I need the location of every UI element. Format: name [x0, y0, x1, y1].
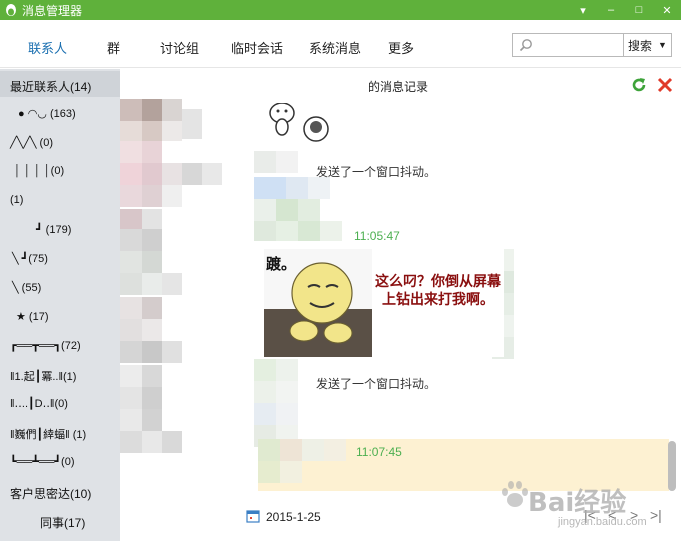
search-icon	[519, 39, 532, 52]
search-button[interactable]: 搜索 ▼	[623, 34, 671, 56]
tab-system-messages[interactable]: 系统消息	[309, 38, 361, 57]
close-button[interactable]: ✕	[653, 0, 681, 20]
maximize-button[interactable]: □	[625, 0, 653, 20]
message-time: 11:05:47	[354, 229, 400, 243]
contact-list: 最近联系人(14) ● ◠◡ (163) ╱╲╱╲ (0) │ │ │ │(0)…	[0, 69, 120, 541]
qq-penguin-icon	[6, 4, 16, 16]
window-title: 消息管理器	[22, 3, 83, 18]
contact-item[interactable]: (1)	[0, 187, 120, 213]
message-time: 11:07:45	[356, 445, 402, 459]
message-text: 发送了一个窗口抖动。	[316, 377, 437, 391]
sticker-image	[269, 103, 329, 142]
contact-group-recent[interactable]: 最近联系人(14)	[0, 71, 120, 97]
meme-image: 踱。 这么叼？你倒从屏幕上钻出来打我啊。	[264, 249, 504, 357]
message-history-panel: 的消息记录 发送了一个窗口抖动。 11:05:47 踱。 这么叼？你倒从屏幕上钻…	[240, 69, 681, 541]
search-box: 搜索 ▼	[512, 33, 672, 57]
contact-item[interactable]: ╲ ┛(75)	[0, 245, 120, 271]
search-button-label: 搜索	[628, 38, 653, 53]
contact-item[interactable]: ┛ (179)	[0, 216, 120, 242]
history-title: 的消息记录	[368, 80, 429, 94]
delete-icon[interactable]	[656, 76, 674, 94]
message-text: 发送了一个窗口抖动。	[316, 165, 437, 179]
minimize-button[interactable]: –	[597, 0, 625, 20]
calendar-icon[interactable]	[246, 509, 260, 523]
paw-icon	[502, 481, 528, 507]
contact-item[interactable]: ╲ (55)	[0, 274, 120, 300]
tab-more[interactable]: 更多	[388, 38, 414, 57]
tab-contacts[interactable]: 联系人	[28, 38, 67, 57]
baidu-watermark: Bai经验 jingyan.baidu.com	[500, 472, 680, 537]
contact-item[interactable]: ‖1.起┃冪..‖(1)	[0, 361, 120, 387]
contact-item[interactable]: ‖‥..┃D‥‖(0)	[0, 390, 120, 416]
contact-item[interactable]: │ │ │ │(0)	[0, 158, 120, 184]
contact-item[interactable]: ╱╲╱╲ (0)	[0, 129, 120, 155]
watermark-url: jingyan.baidu.com	[558, 516, 647, 528]
menu-caret-button[interactable]: ▾	[569, 0, 597, 20]
pixelated-avatars	[120, 69, 240, 541]
contact-item[interactable]: ‖巍們┃緈蝠‖ (1)	[0, 419, 120, 445]
history-date[interactable]: 2015-1-25	[266, 510, 321, 524]
contact-item[interactable]: ┏══┳══┓(72)	[0, 332, 120, 358]
title-bar: 消息管理器 ▾ – □ ✕	[0, 0, 681, 20]
contact-sidebar: 最近联系人(14) ● ◠◡ (163) ╱╲╱╲ (0) │ │ │ │(0)…	[0, 69, 240, 541]
refresh-icon[interactable]	[630, 76, 648, 94]
watermark-text: Bai经验	[528, 488, 627, 518]
meme-caption: 这么叼？你倒从屏幕上钻出来打我啊。	[375, 274, 501, 308]
tab-discussions[interactable]: 讨论组	[160, 38, 199, 57]
tab-groups[interactable]: 群	[107, 38, 120, 57]
message-history-header: 的消息记录	[240, 69, 681, 99]
meme-side-text: 踱。	[266, 255, 297, 273]
chevron-down-icon[interactable]: ▼	[658, 40, 667, 50]
contact-item[interactable]: ● ◠◡ (163)	[0, 100, 120, 126]
contact-group-colleagues[interactable]: 同事(17)	[0, 507, 120, 533]
contact-item[interactable]: ★ (17)	[0, 303, 120, 329]
category-tabs: 联系人 群 讨论组 临时会话 系统消息 更多 搜索 ▼	[0, 20, 681, 68]
tab-temp-chats[interactable]: 临时会话	[231, 38, 283, 57]
contact-group-clients[interactable]: 客户思密达(10)	[0, 478, 120, 504]
contact-item[interactable]: ┗══┻══┛(0)	[0, 448, 120, 474]
